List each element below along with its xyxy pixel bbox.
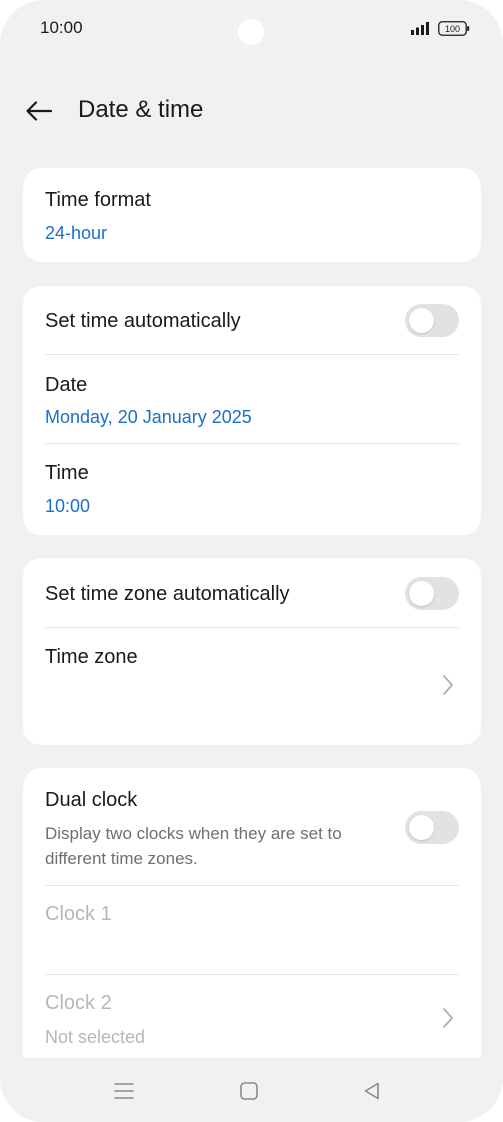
chevron-right-icon — [443, 675, 453, 695]
toggle-knob — [409, 308, 434, 333]
nav-back-button[interactable] — [359, 1078, 385, 1104]
square-home-icon — [240, 1082, 258, 1100]
menu-icon — [114, 1083, 134, 1099]
time-format-row[interactable]: Time format 24-hour — [45, 168, 459, 262]
clock1-row[interactable]: Clock 1 — [45, 886, 459, 974]
time-format-card: Time format 24-hour — [23, 168, 481, 262]
dual-clock-card: Dual clock Display two clocks when they … — [23, 768, 481, 1098]
dual-clock-label: Dual clock — [45, 789, 138, 811]
triangle-back-icon — [364, 1082, 379, 1100]
set-zone-auto-label: Set time zone automatically — [45, 583, 290, 605]
nav-menu-button[interactable] — [111, 1078, 137, 1104]
nav-home-button[interactable] — [236, 1078, 262, 1104]
set-time-auto-toggle[interactable] — [405, 304, 459, 337]
time-format-label: Time format — [45, 189, 151, 211]
time-zone-card: Set time zone automatically Time zone — [23, 558, 481, 745]
date-time-card: Set time automatically Date Monday, 20 J… — [23, 286, 481, 535]
time-value: 10:00 — [45, 496, 91, 516]
clock1-label: Clock 1 — [45, 903, 112, 925]
dual-clock-row[interactable]: Dual clock Display two clocks when they … — [45, 768, 459, 885]
chevron-right-icon — [443, 1008, 453, 1028]
back-button[interactable] — [22, 94, 56, 128]
time-row[interactable]: Time 10:00 — [45, 444, 459, 534]
status-bar: 10:00 100 — [0, 0, 503, 60]
date-row[interactable]: Date Monday, 20 January 2025 — [45, 355, 459, 443]
toggle-knob — [409, 815, 434, 840]
date-value: Monday, 20 January 2025 — [45, 407, 252, 427]
time-zone-row[interactable]: Time zone — [45, 628, 459, 744]
time-label: Time — [45, 462, 89, 484]
toggle-knob — [409, 581, 434, 606]
time-zone-label: Time zone — [45, 646, 138, 668]
set-zone-auto-toggle[interactable] — [405, 577, 459, 610]
arrow-left-icon — [26, 101, 53, 121]
dual-clock-description: Display two clocks when they are set to … — [45, 824, 342, 868]
set-time-auto-row[interactable]: Set time automatically — [45, 286, 459, 354]
date-label: Date — [45, 374, 88, 396]
time-format-value: 24-hour — [45, 223, 108, 243]
set-zone-auto-row[interactable]: Set time zone automatically — [45, 558, 459, 627]
clock2-label: Clock 2 — [45, 992, 112, 1014]
app-header: Date & time — [0, 86, 503, 136]
battery-level: 100 — [445, 24, 460, 34]
set-time-auto-label: Set time automatically — [45, 310, 241, 332]
front-camera-cutout — [238, 19, 264, 45]
page-title: Date & time — [78, 96, 204, 123]
phone-screen: 10:00 100 Date & time Time format 24-hou… — [0, 0, 503, 1122]
status-time: 10:00 — [40, 18, 83, 37]
system-navigation-bar — [0, 1058, 503, 1122]
battery-icon: 100 — [438, 21, 470, 36]
clock2-value: Not selected — [45, 1027, 146, 1047]
dual-clock-toggle[interactable] — [405, 811, 459, 844]
signal-icon — [411, 22, 429, 35]
